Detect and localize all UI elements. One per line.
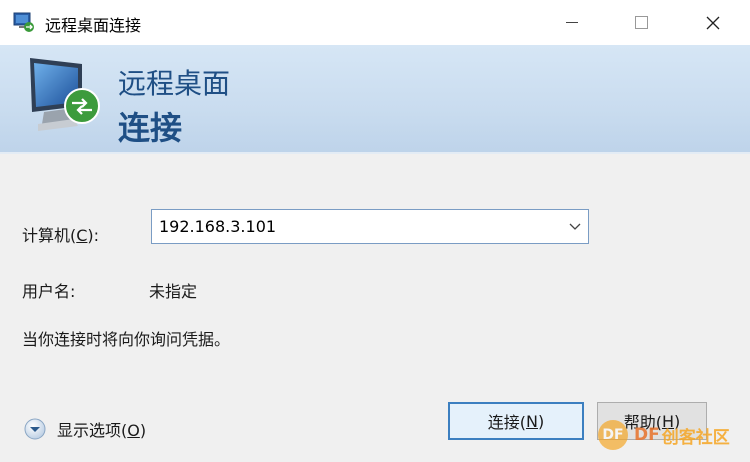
watermark: DF DF 创客社区 [598, 420, 730, 450]
title-bar: 远程桌面连接 [0, 0, 750, 45]
monitor-connection-icon [30, 58, 100, 131]
banner-divider [0, 152, 750, 154]
watermark-brand: DF [634, 425, 660, 445]
remote-desktop-icon [13, 12, 34, 32]
user-label: 用户名: [22, 282, 76, 301]
show-options-toggle[interactable]: 显示选项(O) [24, 416, 146, 442]
close-button[interactable] [690, 0, 736, 45]
expand-options-icon[interactable] [24, 418, 46, 440]
maximize-button[interactable] [618, 0, 664, 45]
computer-input[interactable]: 192.168.3.101 [159, 217, 276, 236]
minimize-icon [566, 22, 578, 23]
computer-combobox[interactable]: 192.168.3.101 [151, 209, 589, 244]
close-icon [706, 16, 720, 29]
connect-button[interactable]: 连接(N) [448, 402, 584, 440]
credentials-note: 当你连接时将向你询问凭据。 [22, 330, 231, 349]
banner-title-line1: 远程桌面 [118, 67, 231, 100]
chevron-down-icon[interactable] [568, 219, 582, 233]
maximize-icon [634, 16, 648, 29]
minimize-button[interactable] [549, 0, 595, 45]
banner-title-line2: 连接 [118, 109, 183, 147]
show-options-label: 显示选项(O) [57, 421, 147, 440]
computer-label: 计算机(C): [22, 226, 100, 245]
user-value: 未指定 [149, 282, 198, 301]
watermark-text: 创客社区 [661, 427, 730, 448]
header-banner [0, 45, 750, 154]
watermark-logo: DF [598, 420, 628, 450]
window-title: 远程桌面连接 [45, 16, 142, 35]
